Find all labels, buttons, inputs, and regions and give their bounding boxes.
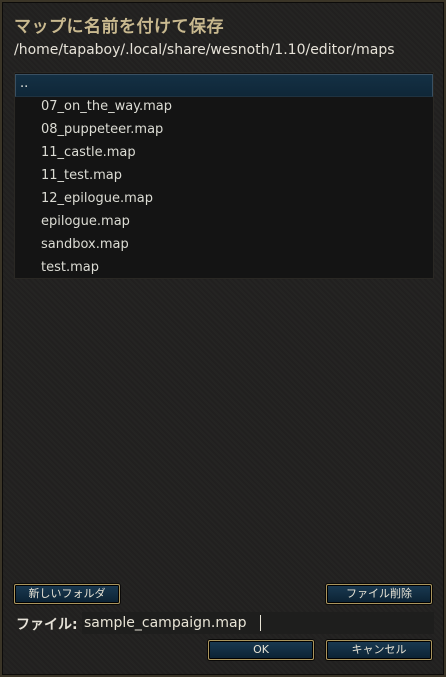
list-item-label: 08_puppeteer.map xyxy=(41,122,164,137)
list-item[interactable]: 08_puppeteer.map xyxy=(15,118,433,141)
list-item[interactable]: epilogue.map xyxy=(15,210,433,233)
list-item[interactable]: 12_epilogue.map xyxy=(15,187,433,210)
list-item-label: 12_epilogue.map xyxy=(41,191,153,206)
list-item[interactable]: 07_on_the_way.map xyxy=(15,95,433,118)
delete-file-button[interactable]: ファイル削除 xyxy=(326,584,432,604)
list-item[interactable]: 11_test.map xyxy=(15,164,433,187)
list-item-label: epilogue.map xyxy=(41,214,130,229)
save-map-dialog: マップに名前を付けて保存 /home/tapaboy/.local/share/… xyxy=(0,0,446,677)
filename-label: ファイル: xyxy=(16,617,78,633)
dialog-title: マップに名前を付けて保存 xyxy=(14,17,224,37)
list-item[interactable]: test.map xyxy=(15,256,433,279)
list-item[interactable]: 11_castle.map xyxy=(15,141,433,164)
list-item-label: 07_on_the_way.map xyxy=(41,99,173,114)
list-item-label: test.map xyxy=(41,260,99,275)
list-item-label: 11_castle.map xyxy=(41,145,136,160)
file-list[interactable]: .. 07_on_the_way.map 08_puppeteer.map 11… xyxy=(14,72,434,279)
cancel-button[interactable]: キャンセル xyxy=(326,640,432,660)
text-caret xyxy=(260,615,261,631)
current-path: /home/tapaboy/.local/share/wesnoth/1.10/… xyxy=(14,42,395,58)
list-item-label: sandbox.map xyxy=(41,237,129,252)
filename-input[interactable] xyxy=(82,612,434,634)
ok-button[interactable]: OK xyxy=(208,640,314,660)
list-item-label: .. xyxy=(20,76,29,91)
filename-row: ファイル: xyxy=(14,612,434,634)
list-item-parent-dir[interactable]: .. xyxy=(15,74,433,97)
list-item[interactable]: sandbox.map xyxy=(15,233,433,256)
list-item-label: 11_test.map xyxy=(41,168,123,183)
new-folder-button[interactable]: 新しいフォルダ xyxy=(14,584,120,604)
